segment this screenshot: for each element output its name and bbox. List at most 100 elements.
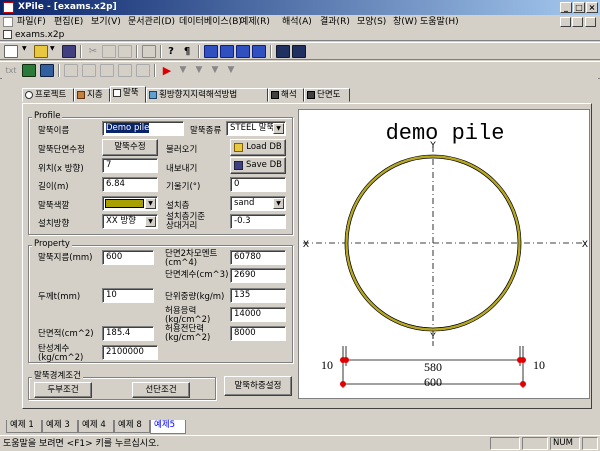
- layer-icon[interactable]: [136, 64, 150, 77]
- diameter-label: 말뚝지름(mm): [38, 253, 93, 263]
- head-condition-button[interactable]: 두부조건: [34, 382, 92, 398]
- tab-analysis[interactable]: 해석: [268, 88, 304, 102]
- area-input[interactable]: 185.4: [102, 326, 154, 341]
- document-tab[interactable]: exams.x2p: [15, 29, 64, 41]
- tab-example-5[interactable]: 예제5: [150, 420, 186, 434]
- tab-example-1[interactable]: 예제 1: [6, 420, 42, 433]
- chevron-down-icon[interactable]: ▼: [145, 198, 156, 209]
- save-icon[interactable]: [62, 45, 76, 58]
- copy-icon[interactable]: [102, 45, 116, 58]
- window-icon[interactable]: [276, 45, 290, 58]
- maximize-button[interactable]: □: [573, 2, 585, 13]
- new-file-icon[interactable]: [4, 45, 18, 58]
- length-input[interactable]: 6.84: [102, 177, 158, 192]
- allow-stress-label: 허용응력 (kg/cm^2): [165, 307, 210, 325]
- pile-name-input[interactable]: Demo pile: [102, 121, 184, 136]
- menu-view[interactable]: 보기(V): [91, 16, 121, 28]
- thickness-input[interactable]: 10: [102, 288, 154, 303]
- tab-lateral-method[interactable]: 횡방향지지력해석방법: [146, 88, 268, 102]
- direction-select[interactable]: XX 방향 ▼: [102, 214, 158, 229]
- save-db-button[interactable]: Save DB: [230, 157, 286, 174]
- new-dropdown-icon[interactable]: ▼: [22, 45, 30, 58]
- tab-pile[interactable]: 말뚝: [110, 86, 146, 103]
- tab-analysis-label: 해석: [281, 90, 297, 100]
- layout-horizontal-icon[interactable]: [236, 45, 250, 58]
- run-analysis-icon[interactable]: ▶: [160, 64, 174, 77]
- chart-icon[interactable]: [40, 64, 54, 77]
- layer-select[interactable]: sand ▼: [230, 196, 286, 211]
- menu-file[interactable]: 파일(F): [17, 16, 46, 28]
- load-right-icon[interactable]: ▼: [192, 64, 206, 77]
- diameter-input[interactable]: 600: [102, 250, 154, 265]
- position-input[interactable]: 7: [102, 158, 158, 173]
- unit-weight-input[interactable]: 135: [230, 288, 286, 303]
- open-folder-icon[interactable]: [34, 45, 48, 58]
- text-icon[interactable]: txt: [4, 64, 18, 77]
- batter-input[interactable]: 0: [230, 177, 286, 192]
- graph-icon[interactable]: [22, 64, 36, 77]
- tab-example-4[interactable]: 예제 4: [78, 420, 114, 433]
- layout-tile-icon[interactable]: [204, 45, 218, 58]
- pile-view-icon[interactable]: [64, 64, 78, 77]
- soil-edit-icon[interactable]: [118, 64, 132, 77]
- depth-input[interactable]: -0.3: [230, 214, 286, 229]
- tab-layer[interactable]: 지층: [74, 88, 110, 102]
- allow-stress-input[interactable]: 14000: [230, 307, 286, 322]
- pile-edit-icon[interactable]: [82, 64, 96, 77]
- layout-vertical-icon[interactable]: [252, 45, 266, 58]
- open-dropdown-icon[interactable]: ▼: [50, 45, 58, 58]
- load-setting-button[interactable]: 말뚝하중설정: [224, 376, 292, 396]
- position-label: 위치(x 방향): [38, 164, 84, 174]
- paste-icon[interactable]: [118, 45, 132, 58]
- load-reset-icon[interactable]: ▼: [224, 64, 238, 77]
- allow-shear-input[interactable]: 8000: [230, 326, 286, 341]
- help-icon[interactable]: ?: [164, 45, 178, 58]
- dim-right-label: 10: [533, 358, 545, 372]
- print-icon[interactable]: [142, 45, 156, 58]
- menu-shape[interactable]: 모양(S): [357, 16, 386, 28]
- tab-section[interactable]: 단면도: [304, 88, 350, 102]
- menu-database[interactable]: 데이터베이스(B): [179, 16, 242, 28]
- mdi-minimize-button[interactable]: [560, 17, 571, 27]
- chevron-down-icon[interactable]: ▼: [145, 216, 156, 227]
- window-title: XPile - [exams.x2p]: [18, 2, 117, 12]
- menu-help[interactable]: 도움말(H): [420, 16, 459, 28]
- context-help-icon[interactable]: ¶: [180, 45, 194, 58]
- pile-name-value: Demo pile: [106, 123, 150, 133]
- doc-menu-icon[interactable]: [3, 17, 13, 27]
- load-down-icon[interactable]: ▼: [176, 64, 190, 77]
- menu-examples[interactable]: 예제(R): [240, 16, 270, 28]
- analysis-toolbar: txt ▶ ▼ ▼ ▼ ▼: [0, 61, 600, 79]
- tab-project[interactable]: 프로젝트: [22, 88, 74, 102]
- menu-result[interactable]: 결과(R): [320, 16, 350, 28]
- fullscreen-icon[interactable]: [292, 45, 306, 58]
- mdi-close-button[interactable]: [585, 17, 596, 27]
- chevron-down-icon[interactable]: ▼: [273, 123, 284, 134]
- menu-edit[interactable]: 편집(E): [54, 16, 83, 28]
- load-db-button[interactable]: Load DB: [230, 139, 286, 156]
- soil-view-icon[interactable]: [100, 64, 114, 77]
- minimize-button[interactable]: _: [560, 2, 572, 13]
- app-icon[interactable]: [3, 2, 14, 13]
- menu-window[interactable]: 창(W): [393, 16, 417, 28]
- property-legend: Property: [32, 239, 72, 249]
- moment-input[interactable]: 60780: [230, 250, 286, 265]
- pile-type-select[interactable]: STEEL 말뚝 ▼: [226, 121, 286, 136]
- load-moment-icon[interactable]: ▼: [208, 64, 222, 77]
- modulus-input[interactable]: 2690: [230, 268, 286, 283]
- tab-example-8[interactable]: 예제 8: [114, 420, 150, 433]
- menu-document[interactable]: 문서관리(D): [128, 16, 175, 28]
- area-label: 단면적(cm^2): [38, 329, 94, 339]
- elastic-input[interactable]: 2100000: [102, 345, 158, 360]
- close-button[interactable]: ×: [586, 2, 598, 13]
- menu-analysis[interactable]: 해석(A): [282, 16, 312, 28]
- tab-example-3[interactable]: 예제 3: [42, 420, 78, 433]
- edit-pile-button[interactable]: 말뚝수정: [102, 139, 158, 156]
- chevron-down-icon[interactable]: ▼: [273, 198, 284, 209]
- tab-layer-label: 지층: [87, 90, 103, 100]
- tip-condition-button[interactable]: 선단조건: [132, 382, 190, 398]
- pile-color-select[interactable]: ▼: [102, 196, 158, 211]
- layout-cascade-icon[interactable]: [220, 45, 234, 58]
- cut-icon[interactable]: ✂: [86, 45, 100, 58]
- mdi-restore-button[interactable]: [572, 17, 583, 27]
